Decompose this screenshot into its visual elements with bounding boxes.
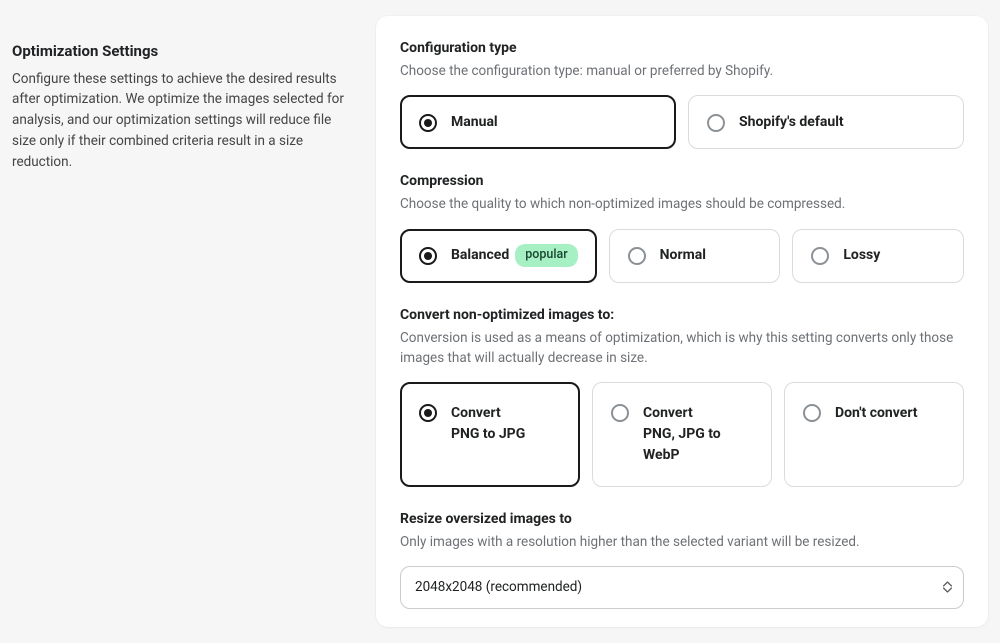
section-convert: Convert non-optimized images to: Convers… xyxy=(400,305,964,488)
convert-option-to-webp[interactable]: Convert PNG, JPG to WebP xyxy=(592,382,772,487)
compression-label-balanced: Balanced popular xyxy=(451,244,578,267)
radio-icon xyxy=(419,114,437,132)
radio-icon xyxy=(419,404,437,422)
resize-select-wrap: 2048x2048 (recommended) xyxy=(400,566,964,608)
config-type-options: Manual Shopify's default xyxy=(400,95,964,149)
radio-icon xyxy=(628,247,646,265)
compression-description: Choose the quality to which non-optimize… xyxy=(400,194,964,214)
convert-label-line2: PNG, JPG to WebP xyxy=(643,424,753,466)
settings-card: Configuration type Choose the configurat… xyxy=(376,16,988,627)
convert-label-line1: Convert xyxy=(451,403,525,424)
resize-title: Resize oversized images to xyxy=(400,509,964,530)
config-type-title: Configuration type xyxy=(400,38,964,59)
convert-title: Convert non-optimized images to: xyxy=(400,305,964,326)
convert-description: Conversion is used as a means of optimiz… xyxy=(400,328,964,369)
compression-option-lossy[interactable]: Lossy xyxy=(792,229,964,283)
compression-options: Balanced popular Normal Lossy xyxy=(400,229,964,283)
compression-label-normal: Normal xyxy=(660,245,706,266)
resize-select-value: 2048x2048 (recommended) xyxy=(415,577,582,597)
radio-icon xyxy=(803,404,821,422)
compression-label-balanced-text: Balanced xyxy=(451,245,509,266)
sidebar-description: Configure these settings to achieve the … xyxy=(12,69,352,174)
compression-option-normal[interactable]: Normal xyxy=(609,229,781,283)
compression-label-lossy: Lossy xyxy=(843,245,880,266)
popular-badge: popular xyxy=(515,244,577,267)
radio-icon xyxy=(811,247,829,265)
radio-icon xyxy=(707,114,725,132)
sidebar-info: Optimization Settings Configure these se… xyxy=(12,16,352,627)
compression-title: Compression xyxy=(400,171,964,192)
convert-options: Convert PNG to JPG Convert PNG, JPG to W… xyxy=(400,382,964,487)
config-type-option-manual[interactable]: Manual xyxy=(400,95,676,149)
convert-label-png-to-jpg: Convert PNG to JPG xyxy=(451,403,525,445)
convert-label-to-webp: Convert PNG, JPG to WebP xyxy=(643,403,753,466)
radio-icon xyxy=(611,404,629,422)
radio-icon xyxy=(419,247,437,265)
convert-label-none: Don't convert xyxy=(835,403,918,424)
sidebar-title: Optimization Settings xyxy=(12,40,352,63)
resize-select[interactable]: 2048x2048 (recommended) xyxy=(400,566,964,608)
config-type-label-manual: Manual xyxy=(451,112,498,133)
config-type-description: Choose the configuration type: manual or… xyxy=(400,61,964,81)
convert-option-none[interactable]: Don't convert xyxy=(784,382,964,487)
section-resize: Resize oversized images to Only images w… xyxy=(400,509,964,609)
compression-option-balanced[interactable]: Balanced popular xyxy=(400,229,597,283)
config-type-option-shopify[interactable]: Shopify's default xyxy=(688,95,964,149)
convert-label-line1: Convert xyxy=(643,403,753,424)
resize-description: Only images with a resolution higher tha… xyxy=(400,532,964,552)
convert-label-line2: PNG to JPG xyxy=(451,424,525,445)
section-compression: Compression Choose the quality to which … xyxy=(400,171,964,282)
config-type-label-shopify: Shopify's default xyxy=(739,112,844,133)
section-configuration-type: Configuration type Choose the configurat… xyxy=(400,38,964,149)
convert-option-png-to-jpg[interactable]: Convert PNG to JPG xyxy=(400,382,580,487)
